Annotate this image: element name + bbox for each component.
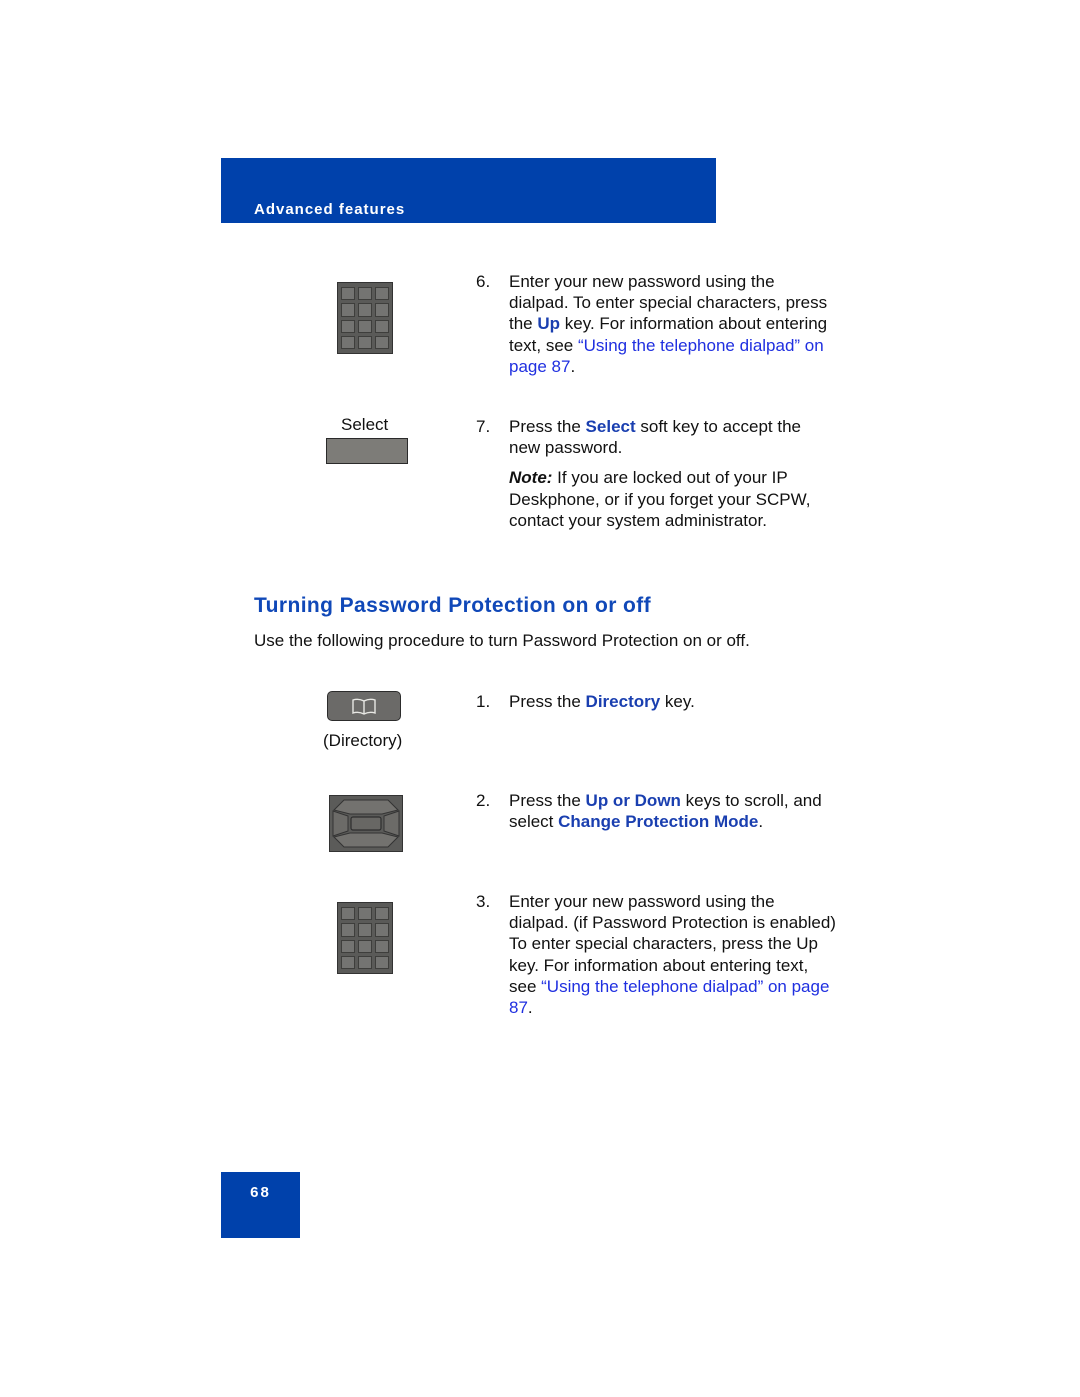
step-7: 7. Press the Select soft key to accept t…: [476, 416, 836, 531]
menu-item-change-protection-mode: Change Protection Mode: [558, 812, 759, 832]
key-name-up-or-down: Up or Down: [585, 791, 681, 810]
dialpad-icon: [337, 282, 393, 354]
step-text: .: [527, 998, 533, 1018]
step-number: 6.: [476, 272, 491, 291]
step-text: Press the: [509, 791, 586, 810]
step-number: 7.: [476, 417, 491, 436]
directory-key-label: (Directory): [323, 731, 403, 750]
chapter-title: Advanced features: [254, 201, 406, 218]
step-3: 3. Enter your new password using the dia…: [476, 891, 836, 1018]
chapter-header-bar: Advanced features: [221, 158, 716, 223]
section-intro: Use the following procedure to turn Pass…: [254, 631, 750, 650]
step-6: 6. Enter your new password using the dia…: [476, 271, 836, 377]
dialpad-icon: [337, 902, 393, 974]
step-text: Press the: [509, 417, 586, 436]
step-number: 2.: [476, 791, 491, 810]
note-label: Note:: [509, 468, 553, 488]
cross-reference-link[interactable]: “Using the telephone dialpad” on page 87: [509, 977, 829, 1017]
step-text: Press the: [509, 692, 586, 711]
page-number-box: 68: [221, 1172, 300, 1238]
key-name-select: Select: [585, 417, 636, 436]
step-text: key.: [660, 692, 695, 711]
note-text: If you are locked out of your IP Deskpho…: [509, 468, 811, 530]
key-name-up: Up: [537, 314, 561, 334]
step-1: 1. Press the Directory key.: [476, 691, 836, 712]
step-number: 1.: [476, 692, 491, 711]
step-text: .: [570, 356, 576, 376]
book-icon: [352, 698, 376, 715]
step-number: 3.: [476, 892, 491, 911]
softkey-label: Select: [341, 415, 389, 434]
directory-key-icon: [327, 691, 401, 721]
page-number: 68: [250, 1184, 271, 1201]
step-text: .: [758, 812, 764, 832]
section-title: Turning Password Protection on or off: [254, 594, 652, 617]
step-2: 2. Press the Up or Down keys to scroll, …: [476, 790, 836, 832]
navigation-cluster-icon: [329, 795, 403, 852]
key-name-directory: Directory: [585, 692, 661, 711]
note: Note: If you are locked out of your IP D…: [509, 467, 836, 531]
step-text: Enter your new password using the dialpa…: [509, 892, 836, 933]
softkey-icon: [326, 438, 408, 464]
